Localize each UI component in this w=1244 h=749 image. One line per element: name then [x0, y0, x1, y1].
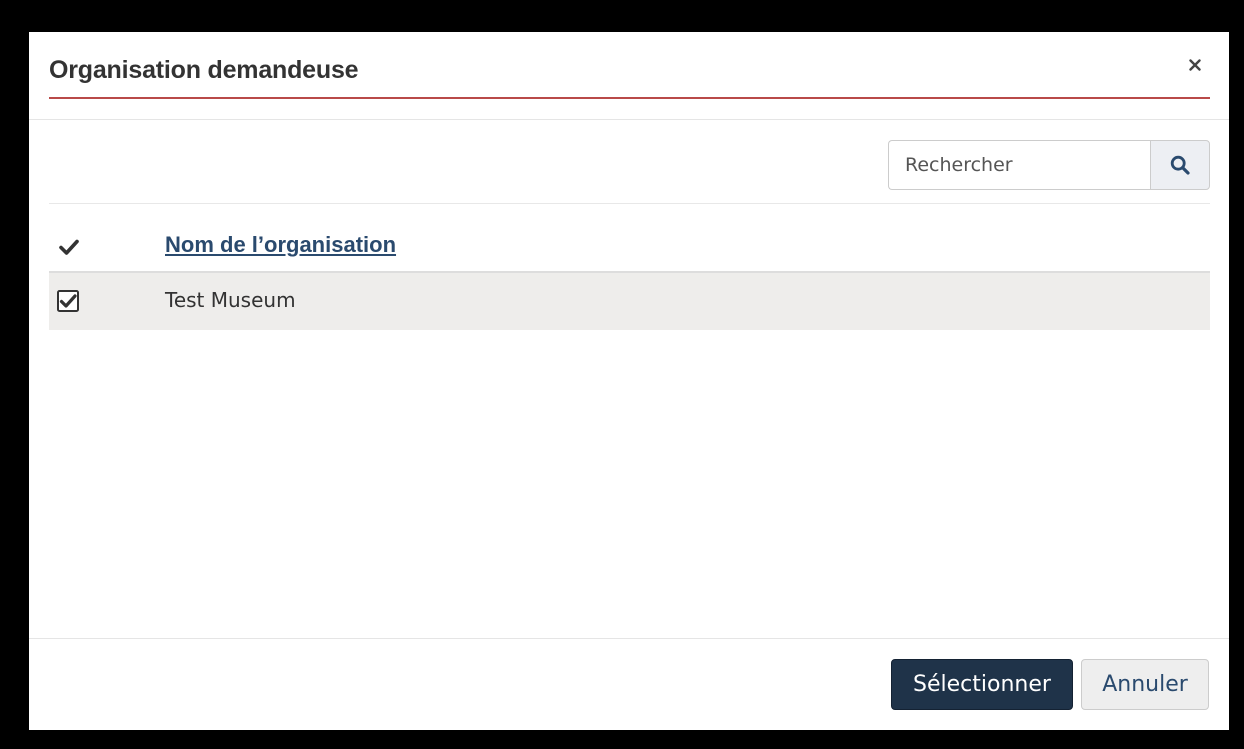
column-header-organisation-name[interactable]: Nom de l’organisation [165, 232, 396, 258]
cancel-button[interactable]: Annuler [1081, 659, 1209, 710]
search-icon [1170, 155, 1190, 175]
search-group [888, 140, 1210, 190]
dialog-title: Organisation demandeuse [49, 56, 359, 84]
footer-divider [29, 638, 1229, 639]
search-input[interactable] [888, 140, 1150, 190]
close-icon [1189, 59, 1201, 71]
toolbar-divider [49, 203, 1210, 204]
search-button[interactable] [1150, 140, 1210, 190]
checked-checkbox-icon[interactable] [57, 290, 79, 312]
table-header: Nom de l’organisation [49, 222, 1210, 273]
select-button[interactable]: Sélectionner [891, 659, 1073, 710]
organisation-dialog: Organisation demandeuse Nom de l’organis… [29, 32, 1229, 730]
dialog-header: Organisation demandeuse [49, 32, 1210, 99]
close-button[interactable] [1184, 54, 1206, 76]
organisation-table: Nom de l’organisation Test Museum [49, 222, 1210, 330]
checkmark-icon [59, 239, 79, 255]
organisation-name-cell: Test Museum [165, 288, 296, 312]
table-row[interactable]: Test Museum [49, 273, 1210, 330]
header-divider [29, 119, 1229, 120]
